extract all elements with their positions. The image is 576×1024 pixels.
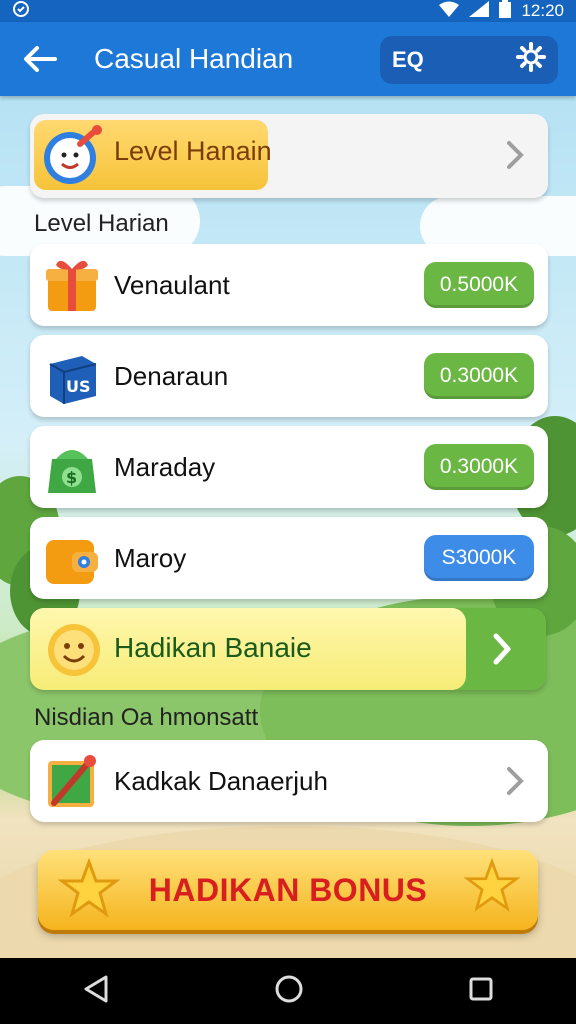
app-bar: Casual Handian EQ [0,22,576,96]
chevron-right-icon [506,766,524,796]
search-label: EQ [392,47,424,72]
svg-text:US: US [66,377,91,396]
reward-label: Denaraun [114,360,229,391]
battery-icon [499,0,512,23]
section-title-notice: Nisdian Oa hmonsatt [34,704,259,731]
status-bar: 12:20 [0,0,576,22]
box-icon: US [42,346,102,406]
claim-bonus-button[interactable]: HADIKAN BONUS [38,850,538,930]
task-label: Kadkak Danaerjuh [114,765,328,796]
level-header-label: Level Hanain [114,136,272,166]
task-card[interactable]: Kadkak Danaerjuh [30,740,548,822]
nav-recents-button[interactable] [468,976,494,1007]
app-status-icon [12,0,30,23]
reward-value-button[interactable]: 0.5000K [424,262,534,308]
arrow-left-icon [24,46,57,72]
brush-icon [42,751,102,811]
chevron-right-icon [492,632,512,671]
reward-value-button[interactable]: S3000K [424,535,534,581]
reward-row[interactable]: Maroy S3000K [30,517,548,599]
clock-time: 12:20 [521,1,564,20]
reward-label: Maroy [114,542,187,573]
reward-label: Venaulant [114,269,230,300]
search-bar[interactable]: EQ [380,36,558,84]
circle-home-icon [275,975,303,1002]
settings-button[interactable] [516,42,546,78]
reward-value-button[interactable]: 0.3000K [424,353,534,399]
signal-icon [469,0,490,22]
gear-icon [516,42,546,72]
nav-home-button[interactable] [274,974,304,1009]
coin-face-icon [44,620,104,685]
mascot-icon [40,124,104,193]
chevron-right-icon [506,140,524,175]
section-title-level: Level Harian [34,210,169,237]
reward-row[interactable]: $ Maraday 0.3000K [30,426,548,508]
level-header-card[interactable]: Level Hanain [30,114,548,198]
claim-bonus-label: HADIKAN BONUS [148,871,428,908]
star-icon [463,857,521,919]
wifi-icon [439,1,460,22]
money-bag-icon: $ [42,437,102,497]
reward-row[interactable]: Venaulant 0.5000K [30,244,548,326]
star-icon [57,857,121,925]
wallet-icon [42,528,102,588]
bonus-row[interactable]: Hadikan Banaie [30,608,546,690]
square-recents-icon [469,977,493,1000]
reward-value-button[interactable]: 0.3000K [424,444,534,490]
triangle-back-icon [84,975,108,1002]
reward-label: Maraday [114,451,216,482]
nav-back-button[interactable] [82,974,110,1009]
gift-icon [42,255,102,315]
bonus-row-label: Hadikan Banaie [114,632,312,663]
reward-row[interactable]: US Denaraun 0.3000K [30,335,548,417]
svg-text:$: $ [66,468,77,487]
back-button[interactable] [0,22,80,96]
system-nav-bar [0,958,576,1024]
